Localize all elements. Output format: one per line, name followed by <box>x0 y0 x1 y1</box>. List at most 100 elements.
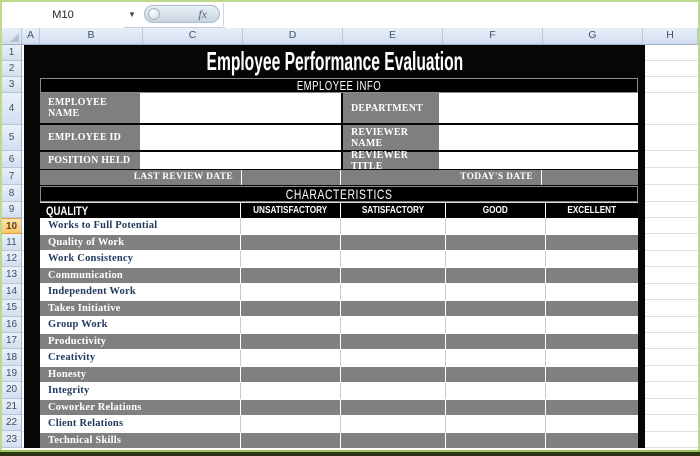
rating-cell[interactable] <box>545 301 638 317</box>
rating-cell[interactable] <box>445 334 545 350</box>
rating-cell[interactable] <box>340 218 445 234</box>
column-header-A[interactable]: A <box>22 27 40 44</box>
row-header-5[interactable]: 5 <box>2 125 22 151</box>
column-header-F[interactable]: F <box>443 27 543 44</box>
row-header-12[interactable]: 12 <box>2 251 22 267</box>
rating-cell[interactable] <box>340 350 445 366</box>
field-input[interactable] <box>439 152 638 169</box>
rating-cell[interactable] <box>340 284 445 300</box>
row-header-4[interactable]: 4 <box>2 93 22 125</box>
rating-cell[interactable] <box>240 218 340 234</box>
rating-cell[interactable] <box>240 400 340 416</box>
rating-cell[interactable] <box>445 218 545 234</box>
quality-label[interactable]: Takes Initiative <box>40 301 240 317</box>
field-label[interactable]: DEPARTMENT <box>343 93 439 123</box>
date-input[interactable] <box>541 170 638 185</box>
rating-cell[interactable] <box>340 301 445 317</box>
rating-cell[interactable] <box>545 350 638 366</box>
field-label[interactable]: EMPLOYEE ID <box>40 125 140 150</box>
rating-cell[interactable] <box>445 416 545 432</box>
rating-cell[interactable] <box>240 433 340 449</box>
rating-cell[interactable] <box>445 268 545 284</box>
rating-cell[interactable] <box>445 251 545 267</box>
rating-cell[interactable] <box>340 235 445 251</box>
row-header-3[interactable]: 3 <box>2 77 22 93</box>
column-header-D[interactable]: D <box>243 27 343 44</box>
row-header-13[interactable]: 13 <box>2 267 22 283</box>
row-header-23[interactable]: 23 <box>2 431 22 447</box>
row-header-19[interactable]: 19 <box>2 366 22 382</box>
row-header-17[interactable]: 17 <box>2 333 22 349</box>
row-header-8[interactable]: 8 <box>2 185 22 202</box>
quality-label[interactable]: Works to Full Potential <box>40 218 240 234</box>
rating-cell[interactable] <box>545 251 638 267</box>
date-label[interactable]: LAST REVIEW DATE <box>40 170 241 185</box>
row-header-18[interactable]: 18 <box>2 349 22 365</box>
row-header-11[interactable]: 11 <box>2 234 22 250</box>
row-header-21[interactable]: 21 <box>2 399 22 415</box>
rating-cell[interactable] <box>340 317 445 333</box>
field-label[interactable]: EMPLOYEE NAME <box>40 93 140 123</box>
field-label[interactable]: REVIEWER NAME <box>343 125 439 150</box>
rating-cell[interactable] <box>340 400 445 416</box>
row-header-6[interactable]: 6 <box>2 151 22 168</box>
column-header-H[interactable]: H <box>643 27 698 44</box>
quality-label[interactable]: Communication <box>40 268 240 284</box>
table-column-header[interactable]: EXCELLENT <box>545 203 638 218</box>
employee-info-section-bar[interactable]: EMPLOYEE INFO <box>40 78 638 93</box>
row-header-16[interactable]: 16 <box>2 317 22 333</box>
date-input[interactable] <box>241 170 340 185</box>
row-header-2[interactable]: 2 <box>2 61 22 77</box>
characteristics-section-bar[interactable]: CHARACTERISTICS <box>40 186 638 202</box>
quality-label[interactable]: Client Relations <box>40 416 240 432</box>
rating-cell[interactable] <box>445 301 545 317</box>
quality-label[interactable]: Quality of Work <box>40 235 240 251</box>
column-header-C[interactable]: C <box>143 27 243 44</box>
rating-cell[interactable] <box>445 400 545 416</box>
table-column-header[interactable]: GOOD <box>445 203 545 218</box>
formula-input[interactable] <box>225 2 698 28</box>
row-header-7[interactable]: 7 <box>2 168 22 185</box>
rating-cell[interactable] <box>240 416 340 432</box>
field-input[interactable] <box>439 93 638 123</box>
rating-cell[interactable] <box>545 317 638 333</box>
rating-cell[interactable] <box>445 317 545 333</box>
field-input[interactable] <box>439 125 638 150</box>
row-header-9[interactable]: 9 <box>2 202 22 218</box>
row-header-20[interactable]: 20 <box>2 382 22 398</box>
rating-cell[interactable] <box>545 433 638 449</box>
name-box-dropdown-icon[interactable]: ▼ <box>122 2 142 26</box>
rating-cell[interactable] <box>445 284 545 300</box>
quality-label[interactable]: Work Consistency <box>40 251 240 267</box>
rating-cell[interactable] <box>240 367 340 383</box>
rating-cell[interactable] <box>545 367 638 383</box>
rating-cell[interactable] <box>240 235 340 251</box>
field-label[interactable]: REVIEWER TITLE <box>343 152 439 169</box>
rating-cell[interactable] <box>240 268 340 284</box>
rating-cell[interactable] <box>445 235 545 251</box>
rating-cell[interactable] <box>445 433 545 449</box>
field-label[interactable]: POSITION HELD <box>40 152 140 169</box>
table-column-header[interactable]: SATISFACTORY <box>340 203 445 218</box>
row-header-10[interactable]: 10 <box>2 218 22 234</box>
rating-cell[interactable] <box>240 334 340 350</box>
rating-cell[interactable] <box>545 235 638 251</box>
name-box[interactable] <box>2 2 124 28</box>
quality-label[interactable]: Creativity <box>40 350 240 366</box>
field-input[interactable] <box>140 93 341 123</box>
quality-label[interactable]: Honesty <box>40 367 240 383</box>
row-header-1[interactable]: 1 <box>2 45 22 61</box>
rating-cell[interactable] <box>545 268 638 284</box>
rating-cell[interactable] <box>240 383 340 399</box>
table-column-header[interactable]: QUALITY <box>40 203 240 218</box>
row-header-15[interactable]: 15 <box>2 300 22 316</box>
rating-cell[interactable] <box>240 301 340 317</box>
quality-label[interactable]: Technical Skills <box>40 433 240 449</box>
quality-label[interactable]: Independent Work <box>40 284 240 300</box>
rating-cell[interactable] <box>545 416 638 432</box>
field-input[interactable] <box>140 125 341 150</box>
rating-cell[interactable] <box>545 383 638 399</box>
rating-cell[interactable] <box>340 383 445 399</box>
field-input[interactable] <box>140 152 341 169</box>
rating-cell[interactable] <box>445 350 545 366</box>
